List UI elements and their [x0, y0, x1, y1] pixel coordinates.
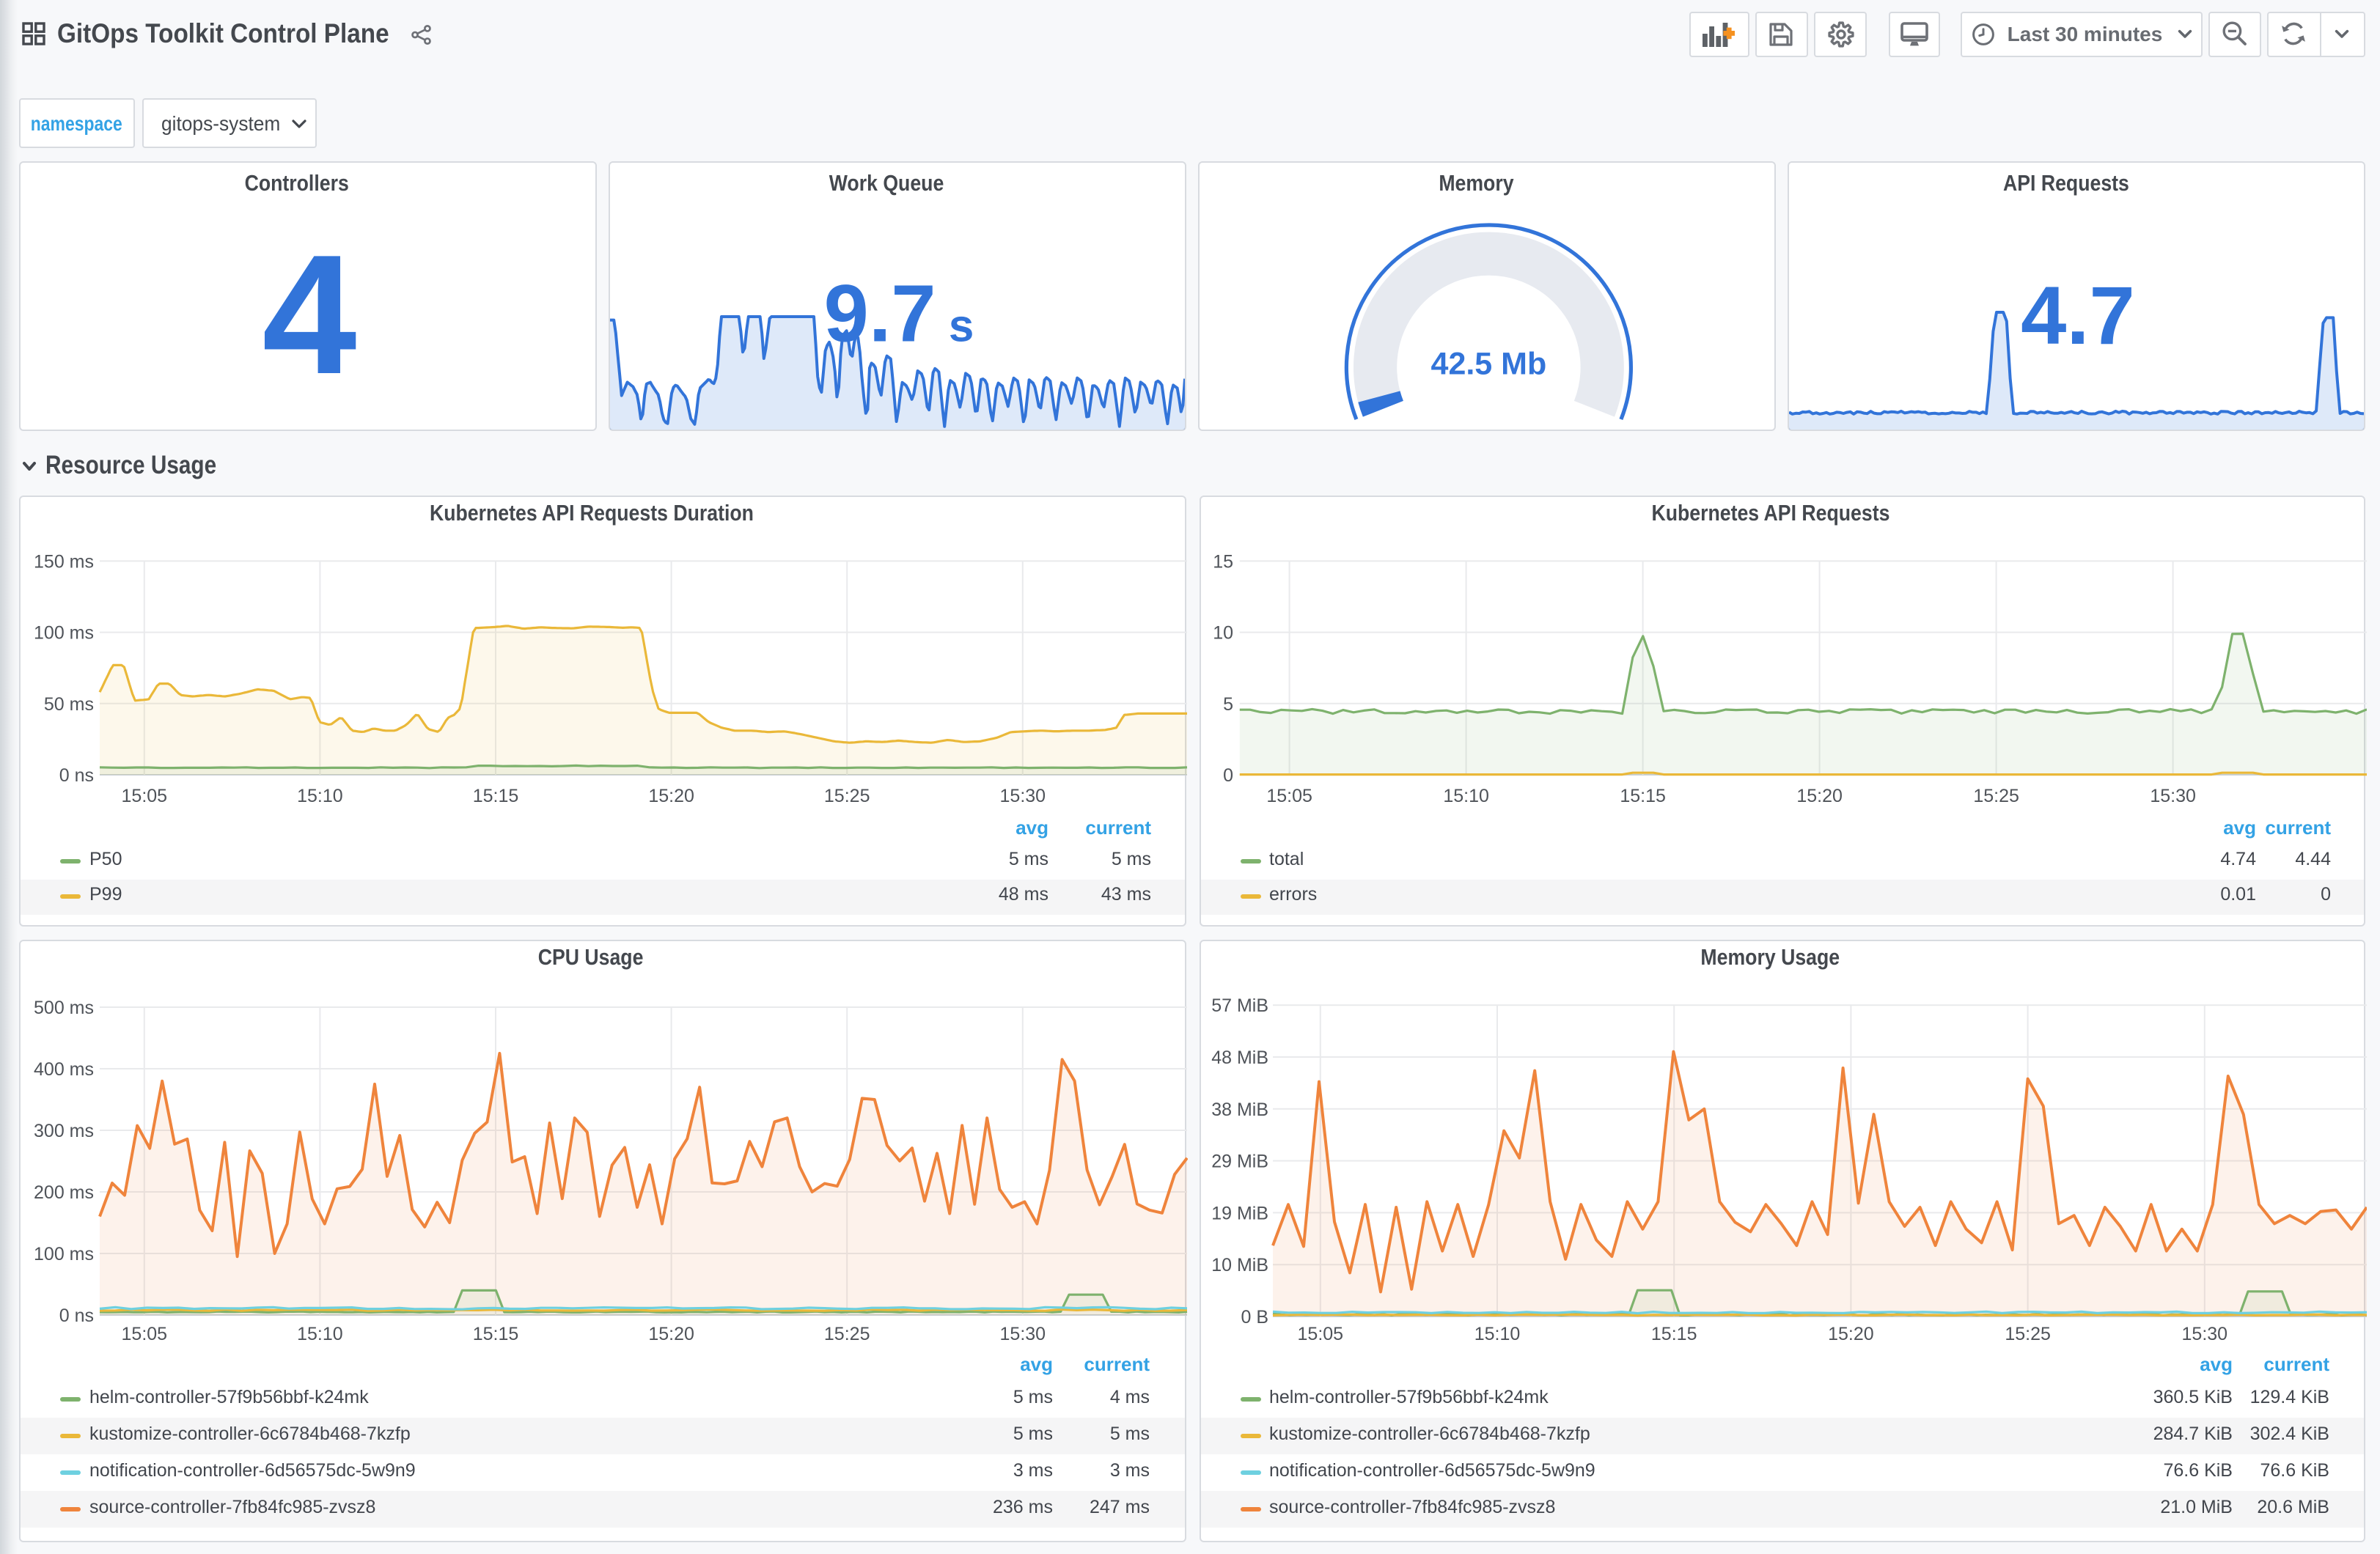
svg-text:15:25: 15:25	[824, 786, 870, 806]
svg-text:4: 4	[262, 220, 356, 410]
svg-text:15:20: 15:20	[1827, 1325, 1873, 1345]
svg-text:150 ms: 150 ms	[34, 551, 94, 572]
svg-text:400 ms: 400 ms	[34, 1060, 94, 1080]
svg-text:0 B: 0 B	[1240, 1308, 1268, 1328]
svg-text:10 MiB: 10 MiB	[1211, 1256, 1268, 1276]
svg-text:0 ns: 0 ns	[59, 765, 94, 786]
svg-text:15:25: 15:25	[1972, 786, 2019, 806]
svg-text:100 ms: 100 ms	[34, 623, 94, 644]
svg-text:19 MiB: 19 MiB	[1211, 1204, 1268, 1224]
svg-text:15:10: 15:10	[1474, 1325, 1520, 1345]
svg-text:5: 5	[1222, 694, 1233, 715]
svg-text:0: 0	[1222, 765, 1233, 786]
svg-text:9.7 s: 9.7 s	[824, 269, 974, 359]
svg-text:15:20: 15:20	[1796, 786, 1842, 806]
svg-text:15:15: 15:15	[473, 1325, 519, 1345]
svg-text:15:20: 15:20	[648, 1325, 694, 1345]
svg-text:15:25: 15:25	[824, 1325, 870, 1345]
svg-text:50 ms: 50 ms	[44, 694, 94, 715]
svg-text:15:25: 15:25	[2004, 1325, 2050, 1345]
svg-text:15:05: 15:05	[122, 1325, 168, 1345]
svg-text:15:30: 15:30	[1000, 1325, 1046, 1345]
svg-text:15:15: 15:15	[473, 786, 519, 806]
svg-text:15:05: 15:05	[1266, 786, 1312, 806]
svg-text:15:10: 15:10	[297, 786, 343, 806]
svg-text:10: 10	[1212, 623, 1233, 644]
svg-text:15:20: 15:20	[648, 786, 694, 806]
svg-text:15:10: 15:10	[1442, 786, 1488, 806]
svg-text:4.7: 4.7	[2021, 270, 2135, 361]
svg-text:15:30: 15:30	[2149, 786, 2195, 806]
svg-text:29 MiB: 29 MiB	[1211, 1152, 1268, 1172]
svg-text:48 MiB: 48 MiB	[1211, 1048, 1268, 1069]
svg-text:15:15: 15:15	[1619, 786, 1665, 806]
svg-text:15:30: 15:30	[1000, 786, 1046, 806]
svg-text:500 ms: 500 ms	[34, 998, 94, 1019]
svg-text:15:05: 15:05	[1297, 1325, 1343, 1345]
svg-text:15:15: 15:15	[1650, 1325, 1697, 1345]
svg-text:42.5 Mb: 42.5 Mb	[1431, 346, 1547, 381]
svg-text:15:05: 15:05	[122, 786, 168, 806]
svg-text:15:30: 15:30	[2181, 1325, 2227, 1345]
svg-text:15: 15	[1212, 551, 1233, 572]
svg-text:100 ms: 100 ms	[34, 1245, 94, 1265]
svg-text:200 ms: 200 ms	[34, 1183, 94, 1204]
svg-text:38 MiB: 38 MiB	[1211, 1100, 1268, 1121]
svg-text:15:10: 15:10	[297, 1325, 343, 1345]
svg-text:300 ms: 300 ms	[34, 1122, 94, 1142]
svg-text:57 MiB: 57 MiB	[1211, 996, 1268, 1017]
svg-text:0 ns: 0 ns	[59, 1306, 94, 1327]
